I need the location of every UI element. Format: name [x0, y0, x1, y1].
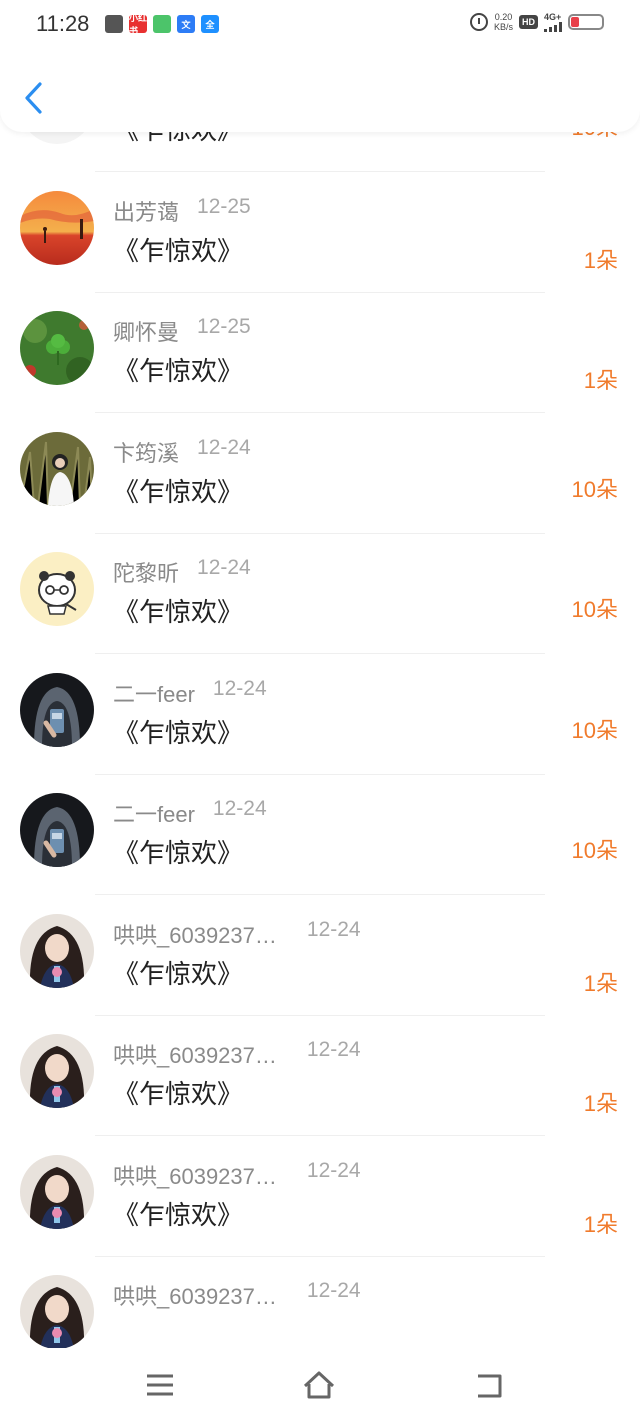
- back-button[interactable]: [20, 80, 50, 116]
- hd-badge: HD: [519, 15, 538, 29]
- gift-date: 12-24: [197, 435, 251, 459]
- gift-date: 12-24: [306, 1279, 361, 1302]
- list-item[interactable]: 哄哄_6039237… 12-24: [0, 1257, 640, 1348]
- sender-name: 二一feer: [113, 802, 195, 827]
- gift-date: 12-24: [212, 676, 267, 700]
- gift-date: 12-24: [197, 556, 251, 579]
- sender-name: 哄哄_6039237…: [113, 1043, 277, 1068]
- avatar[interactable]: [20, 793, 94, 867]
- gift-date: 12-24: [212, 797, 267, 820]
- app-icon-2: 小红书: [129, 13, 148, 36]
- gift-title: 《乍惊欢》: [113, 1080, 244, 1110]
- flower-count: 1朵: [583, 1091, 618, 1116]
- home-icon: [303, 1371, 335, 1399]
- home-button[interactable]: [302, 1368, 336, 1402]
- avatar[interactable]: [20, 913, 94, 988]
- gift-title: 《乍惊欢》: [113, 839, 244, 869]
- network-speed-unit: KB/s: [493, 22, 513, 32]
- flower-count: 1朵: [583, 970, 618, 996]
- top-bar: [0, 52, 640, 132]
- chevron-left-icon: [25, 82, 42, 114]
- gift-title: 《乍惊欢》: [113, 598, 244, 628]
- menu-icon: [147, 1374, 173, 1396]
- gift-date: 12-25: [197, 194, 251, 218]
- notification-icons: 小红书 文全: [105, 13, 219, 36]
- battery-icon: [568, 14, 604, 30]
- list-item[interactable]: 卞筠溪 12-24 《乍惊欢》 10朵: [0, 414, 640, 534]
- status-indicators: 0.20 KB/s HD 4G+: [469, 11, 604, 32]
- gift-record-list[interactable]: 《乍惊欢》10朵出芳蔼12-25《乍惊欢》1朵卿怀曼12-25《乍惊欢》1朵卞筠…: [0, 100, 640, 1348]
- signal-icon: [544, 21, 562, 32]
- gift-title: 《乍惊欢》: [113, 1200, 244, 1231]
- flower-count: 10朵: [571, 838, 618, 863]
- list-item[interactable]: 陀黎昕 12-24 《乍惊欢》 10朵: [0, 534, 640, 654]
- gift-title: 《乍惊欢》: [113, 236, 244, 267]
- list-item[interactable]: 卿怀曼 12-25 《乍惊欢》 1朵: [0, 293, 640, 413]
- avatar[interactable]: [20, 1034, 94, 1108]
- gift-date: 12-24: [306, 1038, 361, 1061]
- back-nav-button[interactable]: [472, 1368, 506, 1402]
- avatar[interactable]: [20, 1154, 94, 1229]
- gift-title: 《乍惊欢》: [113, 477, 244, 508]
- flower-count: 1朵: [583, 368, 618, 393]
- gift-date: 12-24: [306, 1158, 361, 1182]
- system-nav-bar: [0, 1348, 640, 1422]
- status-bar: 11:28 小红书 文全 0.20 KB/s HD 4G+: [0, 0, 640, 52]
- sender-name: 哄哄_6039237…: [113, 1284, 277, 1309]
- sender-name: 二一feer: [113, 681, 195, 707]
- gift-title: 《乍惊欢》: [113, 959, 244, 990]
- network-speed-value: 0.20: [494, 12, 513, 22]
- avatar[interactable]: [20, 431, 94, 506]
- flower-count: 1朵: [583, 1211, 618, 1237]
- list-item[interactable]: 二一feer 12-24 《乍惊欢》 10朵: [0, 775, 640, 895]
- alarm-icon: [469, 13, 488, 31]
- flower-count: 10朵: [571, 597, 618, 622]
- avatar[interactable]: [20, 1275, 94, 1348]
- list-item[interactable]: 哄哄_6039237… 12-24 《乍惊欢》 1朵: [0, 1137, 640, 1257]
- avatar[interactable]: [20, 672, 94, 747]
- avatar[interactable]: [20, 311, 94, 385]
- gift-title: 《乍惊欢》: [113, 718, 244, 749]
- list-item[interactable]: 出芳蔼 12-25 《乍惊欢》 1朵: [0, 173, 640, 293]
- back-icon: [478, 1374, 502, 1398]
- status-time: 11:28: [36, 11, 90, 36]
- list-item[interactable]: 哄哄_6039237… 12-24 《乍惊欢》 1朵: [0, 1016, 640, 1136]
- menu-button[interactable]: [143, 1368, 177, 1402]
- avatar[interactable]: [20, 190, 94, 265]
- sender-name: 卿怀曼: [113, 320, 180, 345]
- flower-count: 10朵: [571, 717, 618, 743]
- app-icon-1: [105, 15, 123, 33]
- flower-count: 10朵: [571, 476, 618, 502]
- sender-name: 哄哄_6039237…: [113, 922, 277, 948]
- list-item[interactable]: 二一feer 12-24 《乍惊欢》 10朵: [0, 655, 640, 775]
- gift-date: 12-25: [197, 315, 251, 338]
- battery-level: [571, 17, 579, 27]
- network-speed: 0.20 KB/s: [494, 12, 513, 32]
- app-icon-4: 文: [177, 15, 195, 33]
- signal-group: 4G+: [544, 11, 562, 32]
- sender-name: 哄哄_6039237…: [113, 1163, 277, 1189]
- sender-name: 卞筠溪: [113, 440, 180, 466]
- list-item[interactable]: 哄哄_6039237… 12-24 《乍惊欢》 1朵: [0, 896, 640, 1016]
- sender-name: 出芳蔼: [113, 199, 180, 225]
- sender-name: 陀黎昕: [113, 561, 180, 586]
- app-icon-5: 全: [201, 15, 219, 33]
- flower-count: 1朵: [583, 247, 618, 273]
- app-icon-3: [153, 15, 171, 33]
- gift-date: 12-24: [306, 917, 361, 941]
- avatar[interactable]: [20, 552, 94, 626]
- network-type: 4G+: [544, 11, 562, 22]
- gift-title: 《乍惊欢》: [113, 357, 244, 387]
